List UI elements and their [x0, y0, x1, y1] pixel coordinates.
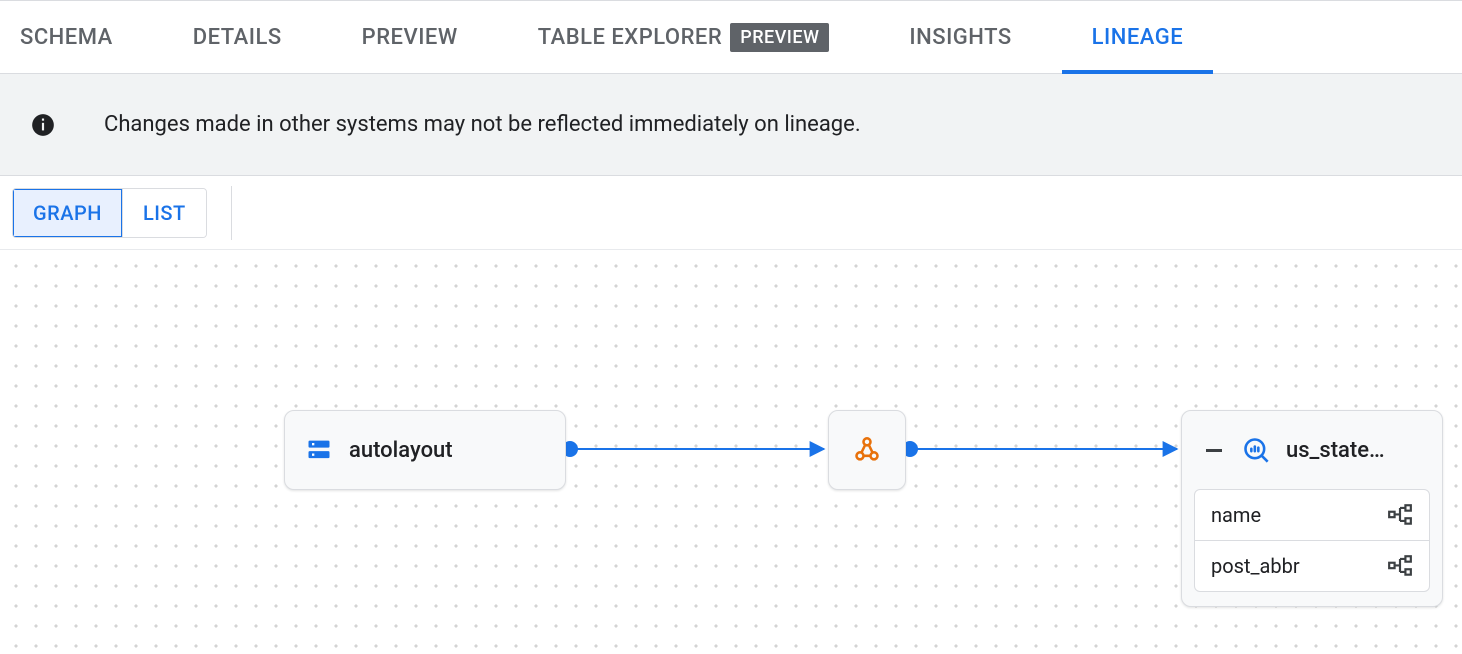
view-toggle-row: GRAPH LIST — [0, 176, 1462, 250]
lineage-node-source[interactable]: autolayout — [284, 410, 566, 490]
tab-table-explorer-label: TABLE EXPLORER — [538, 25, 722, 50]
view-toggle: GRAPH LIST — [12, 188, 207, 238]
bigquery-lens-icon — [1242, 436, 1270, 464]
lineage-graph-canvas[interactable]: autolayout — [0, 250, 1462, 654]
toolbar-divider — [231, 186, 232, 240]
tabstrip: SCHEMA DETAILS PREVIEW TABLE EXPLORER PR… — [0, 0, 1462, 74]
lineage-node-process[interactable] — [828, 410, 906, 490]
lineage-node-columns: name post_abbr — [1194, 489, 1430, 592]
tab-details[interactable]: DETAILS — [193, 1, 282, 73]
column-row[interactable]: name — [1195, 490, 1429, 540]
lineage-node-target[interactable]: us_state… name post_abbr — [1181, 410, 1443, 607]
column-row[interactable]: post_abbr — [1195, 540, 1429, 591]
info-icon — [30, 112, 56, 138]
bigquery-table-icon — [305, 436, 333, 464]
column-name: name — [1211, 503, 1261, 527]
tab-preview[interactable]: PREVIEW — [362, 1, 458, 73]
preview-badge: PREVIEW — [730, 23, 829, 52]
tab-lineage[interactable]: LINEAGE — [1092, 1, 1184, 73]
collapse-toggle[interactable] — [1202, 438, 1226, 462]
tab-insights[interactable]: INSIGHTS — [909, 1, 1011, 73]
tab-schema[interactable]: SCHEMA — [20, 1, 113, 73]
column-name: post_abbr — [1211, 554, 1300, 578]
lineage-node-source-label: autolayout — [349, 438, 453, 463]
info-message: Changes made in other systems may not be… — [104, 112, 861, 137]
column-lineage-icon[interactable] — [1387, 502, 1413, 528]
view-list-button[interactable]: LIST — [122, 189, 206, 237]
lineage-node-target-label: us_state… — [1286, 438, 1385, 463]
column-lineage-icon[interactable] — [1387, 553, 1413, 579]
dataflow-process-icon — [853, 436, 881, 464]
view-graph-button[interactable]: GRAPH — [13, 189, 122, 237]
tab-table-explorer[interactable]: TABLE EXPLORER PREVIEW — [538, 1, 830, 73]
info-banner: Changes made in other systems may not be… — [0, 74, 1462, 176]
